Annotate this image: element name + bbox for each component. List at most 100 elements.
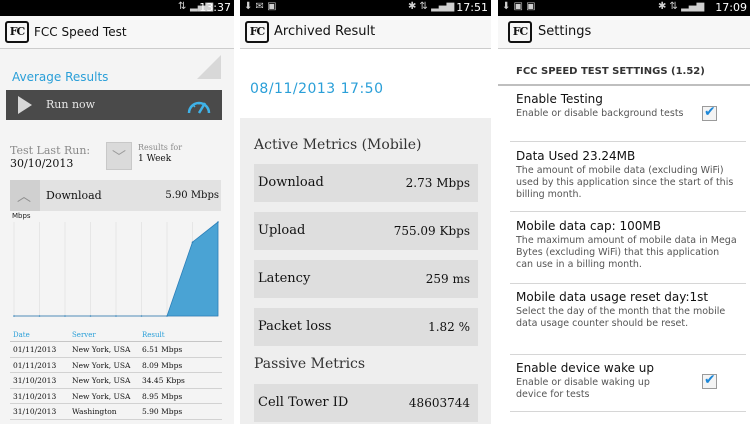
pref-summary: The maximum amount of mobile data in Meg…	[516, 235, 737, 270]
panel-separator	[491, 0, 498, 424]
pref-data-reset-day[interactable]: Mobile data usage reset day:1st Select t…	[516, 290, 738, 330]
pref-summary: The amount of mobile data (excluding WiF…	[516, 165, 734, 200]
signal-icon: ✱ ⇅ ▂▄▆	[658, 1, 705, 12]
pref-summary: Select the day of the month that the mob…	[516, 306, 726, 329]
speedometer-icon	[187, 101, 211, 114]
chart-point	[140, 315, 143, 317]
run-now-button[interactable]: Run now	[6, 90, 222, 120]
table-header: Date Server Result	[10, 330, 222, 342]
fcc-logo-icon[interactable]: FC	[245, 21, 269, 43]
metric-label: Latency	[258, 271, 311, 286]
chevron-down-icon: ﹀	[112, 150, 126, 166]
table-row[interactable]: 01/11/2013 New York, USA 6.51 Mbps	[10, 342, 222, 358]
device-wake-up-checkbox[interactable]: ✔	[702, 372, 717, 389]
metric-packet-loss: Packet loss 1.82 %	[254, 308, 478, 346]
cell-result: 8.09 Mbps	[142, 360, 183, 370]
screen-archived-result: ⬇ ✉ ▣ ✱ ⇅ ▂▄▆ 17:51 FC Archived Result 0…	[240, 0, 491, 424]
pref-title: Mobile data usage reset day:1st	[516, 290, 709, 304]
download-notification-icon: ⬇ ▣ ▣	[502, 1, 536, 12]
download-summary-bar[interactable]: ︿ Download 5.90 Mbps	[10, 180, 221, 211]
chart-point	[115, 315, 117, 317]
app-title: Settings	[538, 24, 592, 39]
results-period-dropdown[interactable]: ﹀	[106, 142, 132, 170]
cell-server: New York, USA	[72, 391, 131, 401]
active-metrics-title: Active Metrics (Mobile)	[254, 137, 422, 153]
status-bar: ⬇ ✉ ▣ ✱ ⇅ ▂▄▆ 17:51	[240, 0, 491, 16]
collapse-button[interactable]: ︿	[10, 180, 40, 211]
page-fold-decoration	[197, 55, 221, 79]
download-value: 5.90 Mbps	[165, 190, 219, 201]
cell-date: 31/10/2013	[13, 391, 57, 401]
pref-data-used[interactable]: Data Used 23.24MB The amount of mobile d…	[516, 149, 738, 201]
metric-latency: Latency 259 ms	[254, 260, 478, 298]
metric-label: Packet loss	[258, 319, 332, 334]
table-row[interactable]: 31/10/2013 New York, USA 34.45 Kbps	[10, 373, 222, 389]
table-row[interactable]: 31/10/2013 Washington 5.90 Mbps	[10, 404, 222, 420]
app-title: Archived Result	[274, 24, 376, 39]
status-bar: ⬇ ▣ ▣ ✱ ⇅ ▂▄▆ 17:09	[498, 0, 750, 16]
cell-server: New York, USA	[72, 345, 131, 354]
chart-point	[38, 315, 41, 317]
test-last-run-label: Test Last Run:	[10, 144, 91, 157]
metric-value: 48603744	[408, 396, 470, 410]
average-results-title: Average Results	[12, 70, 109, 84]
clock: 17:51	[456, 1, 488, 14]
settings-section-header: FCC SPEED TEST SETTINGS (1.52)	[498, 58, 750, 86]
fcc-logo-icon[interactable]: FC	[5, 21, 29, 43]
download-chart-svg	[13, 221, 219, 317]
checkmark-icon: ✔	[704, 372, 716, 388]
metric-value: 259 ms	[425, 272, 470, 286]
screen-settings: ⬇ ▣ ▣ ✱ ⇅ ▂▄▆ 17:09 FC Settings FCC SPEE…	[498, 0, 750, 424]
clock: 17:09	[715, 1, 747, 14]
metric-label: Upload	[258, 223, 306, 238]
divider	[510, 211, 746, 212]
table-row[interactable]: 31/10/2013 New York, USA 8.95 Mbps	[10, 389, 222, 404]
cell-server: New York, USA	[72, 360, 131, 370]
download-notification-icon: ⬇ ✉ ▣	[244, 1, 277, 12]
status-bar: ⇅ ▂▄▆ 13:37	[0, 0, 234, 16]
action-bar: FC Settings	[498, 16, 750, 49]
cell-date: 31/10/2013	[13, 376, 57, 385]
metric-value: 755.09 Kbps	[393, 224, 470, 238]
chart-point	[191, 241, 194, 243]
download-label: Download	[46, 189, 102, 202]
cell-date: 01/11/2013	[13, 345, 57, 354]
pref-mobile-data-cap[interactable]: Mobile data cap: 100MB The maximum amoun…	[516, 219, 738, 271]
pref-summary: Enable or disable waking up device for t…	[516, 377, 650, 400]
action-bar: FC FCC Speed Test	[0, 16, 234, 49]
cell-result: 6.51 Mbps	[142, 345, 183, 354]
chart-point	[13, 315, 15, 317]
pref-summary: Enable or disable background tests	[516, 108, 684, 119]
column-header-date: Date	[13, 331, 30, 339]
screen-average-results: ⇅ ▂▄▆ 13:37 FC FCC Speed Test Average Re…	[0, 0, 234, 424]
divider	[510, 354, 746, 355]
signal-icon: ✱ ⇅ ▂▄▆	[408, 1, 455, 12]
app-title: FCC Speed Test	[34, 25, 127, 39]
passive-metrics-title: Passive Metrics	[254, 356, 366, 372]
cell-date: 31/10/2013	[13, 407, 57, 416]
cell-result: 8.95 Mbps	[142, 391, 183, 401]
enable-testing-checkbox[interactable]: ✔	[702, 104, 717, 121]
chart-point	[89, 315, 92, 317]
action-bar: FC Archived Result	[240, 16, 491, 49]
cell-result: 5.90 Mbps	[142, 407, 183, 416]
run-now-label: Run now	[46, 98, 96, 111]
fcc-logo-icon[interactable]: FC	[508, 21, 532, 43]
metric-upload: Upload 755.09 Kbps	[254, 212, 478, 250]
results-for-label: Results for	[138, 143, 183, 152]
pref-title: Data Used 23.24MB	[516, 149, 636, 163]
divider	[510, 283, 746, 284]
download-chart: Mbps	[10, 212, 222, 326]
settings-section-title: FCC SPEED TEST SETTINGS (1.52)	[516, 66, 705, 77]
column-header-server: Server	[72, 331, 96, 339]
table-row[interactable]: 01/11/2013 New York, USA 8.09 Mbps	[10, 358, 222, 373]
metric-label: Download	[258, 175, 324, 190]
clock: 13:37	[199, 1, 231, 14]
test-last-run-value: 30/10/2013	[10, 157, 74, 170]
metric-cell-tower-id: Cell Tower ID 48603744	[254, 384, 478, 422]
cell-result: 34.45 Kbps	[142, 376, 185, 385]
chart-point	[64, 315, 66, 317]
divider	[510, 141, 746, 142]
data-icon: ⇅	[178, 1, 187, 12]
cell-server: New York, USA	[72, 376, 131, 385]
